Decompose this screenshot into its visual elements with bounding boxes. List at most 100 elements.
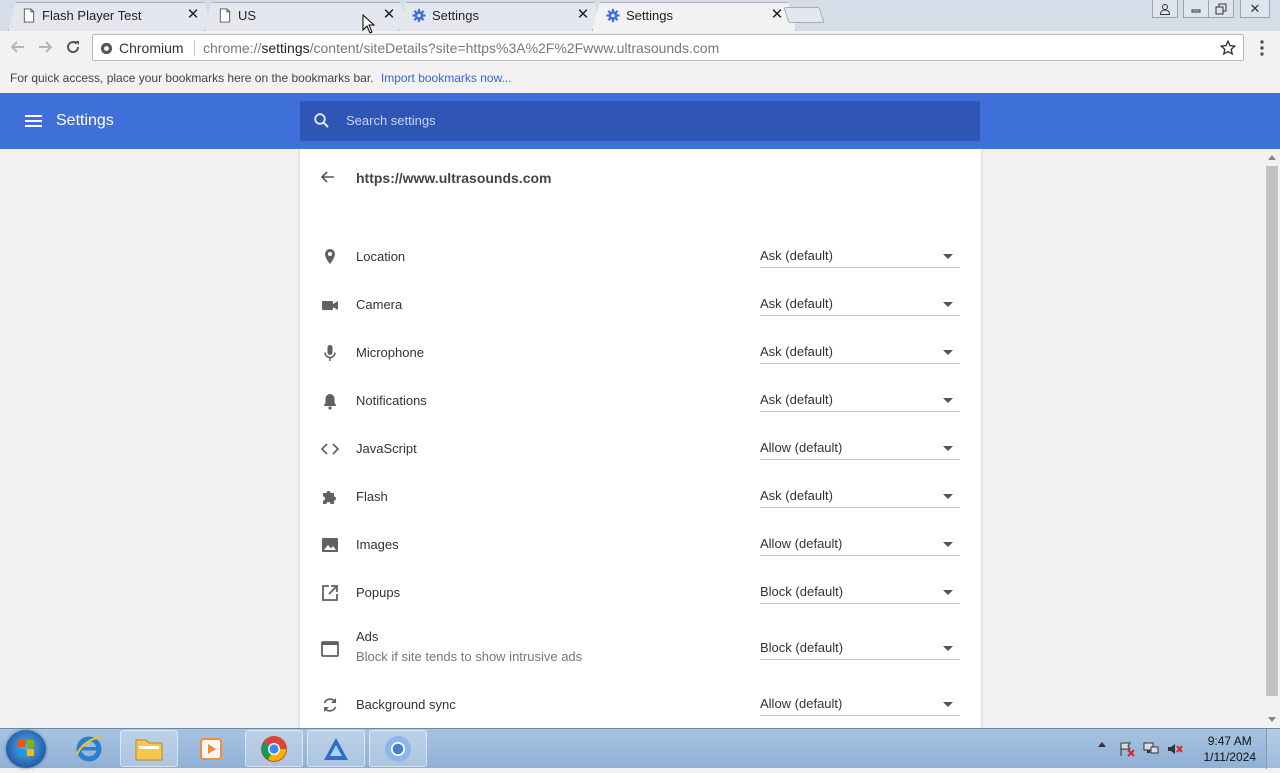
permission-label: Popups [356,585,401,600]
restore-button[interactable] [1208,0,1234,18]
start-button[interactable] [6,730,46,768]
bookmark-star-icon[interactable] [1219,39,1237,57]
back-arrow-icon[interactable] [7,37,29,57]
tab-flash-player-test[interactable]: Flash Player Test ✕ [8,2,212,31]
javascript-select[interactable]: Allow (default) [760,432,960,460]
dropdown-arrow-icon [943,542,953,547]
dropdown-arrow-icon [943,494,953,499]
dropdown-arrow-icon [943,302,953,307]
close-tab-icon[interactable]: ✕ [382,7,396,23]
settings-header: Settings Search settings [0,93,1280,149]
taskbar-chrome[interactable] [245,730,303,767]
page-icon [219,8,231,23]
tab-label: Flash Player Test [42,8,142,23]
permission-row-notifications: Notifications Ask (default) [300,380,981,420]
flash-select[interactable]: Ask (default) [760,480,960,508]
close-tab-icon[interactable]: ✕ [770,7,784,23]
action-center-flag-icon[interactable] [1118,741,1136,757]
dropdown-arrow-icon [943,646,953,651]
chromium-icon [100,42,113,54]
location-select[interactable]: Ask (default) [760,240,960,268]
select-value: Ask (default) [760,488,833,503]
dropdown-arrow-icon [943,254,953,259]
profile-icon[interactable] [1152,0,1178,18]
network-icon[interactable] [1142,741,1160,757]
permission-row-microphone: Microphone Ask (default) [300,332,981,372]
close-tab-icon[interactable]: ✕ [576,7,590,23]
new-tab-button[interactable] [783,7,825,23]
scroll-down-arrow-icon[interactable] [1268,717,1276,722]
scrollbar-thumb[interactable] [1266,166,1278,696]
taskbar-media-player[interactable] [182,730,240,767]
tab-us[interactable]: US ✕ [204,2,408,31]
taskbar-app[interactable] [307,730,365,767]
taskbar-file-explorer[interactable] [120,730,178,767]
notifications-select[interactable]: Ask (default) [760,384,960,412]
permission-row-background-sync: Background sync Allow (default) [300,684,981,724]
permission-row-ads: Ads Block if site tends to show intrusiv… [300,628,981,680]
search-icon [314,113,329,128]
show-hidden-icons-icon[interactable] [1098,742,1106,747]
image-icon [322,538,338,552]
select-value: Ask (default) [760,344,833,359]
volume-muted-icon[interactable] [1166,741,1184,757]
bell-icon [324,394,336,410]
select-value: Ask (default) [760,248,833,263]
ads-select[interactable]: Block (default) [760,632,960,660]
popups-select[interactable]: Block (default) [760,576,960,604]
tab-settings[interactable]: Settings ✕ [398,2,602,31]
site-url-title: https://www.ultrasounds.com [356,170,552,186]
system-clock[interactable]: 9:47 AM 1/11/2024 [1204,733,1257,765]
tab-label: US [238,8,257,23]
microphone-select[interactable]: Ask (default) [760,336,960,364]
windows-logo-icon [18,740,34,756]
address-bar[interactable]: Chromium chrome://settings/content/siteD… [92,34,1244,61]
close-window-button[interactable]: ✕ [1240,0,1270,18]
chrome-icon [261,735,287,762]
scroll-up-arrow-icon[interactable] [1268,155,1276,160]
show-desktop-button[interactable] [1266,729,1280,769]
forward-arrow-icon[interactable] [34,37,56,57]
code-icon [320,443,340,455]
permission-label: Background sync [356,697,456,712]
browser-toolbar: Chromium chrome://settings/content/siteD… [0,31,1280,63]
taskbar-chromium[interactable] [369,730,427,767]
permission-row-images: Images Allow (default) [300,524,981,564]
tab-settings-active[interactable]: Settings ✕ [592,2,796,31]
taskbar-internet-explorer[interactable] [60,730,118,767]
ads-window-icon [321,641,339,657]
hamburger-menu-icon[interactable] [24,112,44,130]
minimize-button[interactable] [1183,0,1209,18]
back-arrow-icon[interactable] [320,169,336,185]
page-scrollbar[interactable] [1264,149,1280,728]
camera-icon [322,301,338,310]
dropdown-arrow-icon [943,702,953,707]
url-text[interactable]: chrome://settings/content/siteDetails?si… [203,40,719,56]
browser-menu-icon[interactable] [1254,38,1270,58]
gear-icon [606,8,620,23]
app-triangle-icon [324,737,348,760]
select-value: Allow (default) [760,536,843,551]
folder-icon [135,739,163,760]
media-player-icon [200,737,222,760]
sync-icon [323,698,337,712]
background-sync-select[interactable]: Allow (default) [760,688,960,716]
bookmarks-hint: For quick access, place your bookmarks h… [10,71,374,85]
site-details-card: https://www.ultrasounds.com Location Ask… [300,149,981,728]
page-icon [23,8,35,23]
select-value: Allow (default) [760,696,843,711]
clock-time: 9:47 AM [1207,734,1252,748]
permission-row-popups: Popups Block (default) [300,572,981,612]
permission-label: Microphone [356,345,424,360]
close-tab-icon[interactable]: ✕ [186,7,200,23]
import-bookmarks-link[interactable]: Import bookmarks now... [381,71,512,85]
search-placeholder: Search settings [346,113,436,128]
dropdown-arrow-icon [943,398,953,403]
search-settings-input[interactable]: Search settings [300,101,980,141]
images-select[interactable]: Allow (default) [760,528,960,556]
camera-select[interactable]: Ask (default) [760,288,960,316]
select-value: Ask (default) [760,296,833,311]
microphone-icon [324,345,336,361]
reload-icon[interactable] [62,37,84,57]
permission-row-flash: Flash Ask (default) [300,476,981,516]
